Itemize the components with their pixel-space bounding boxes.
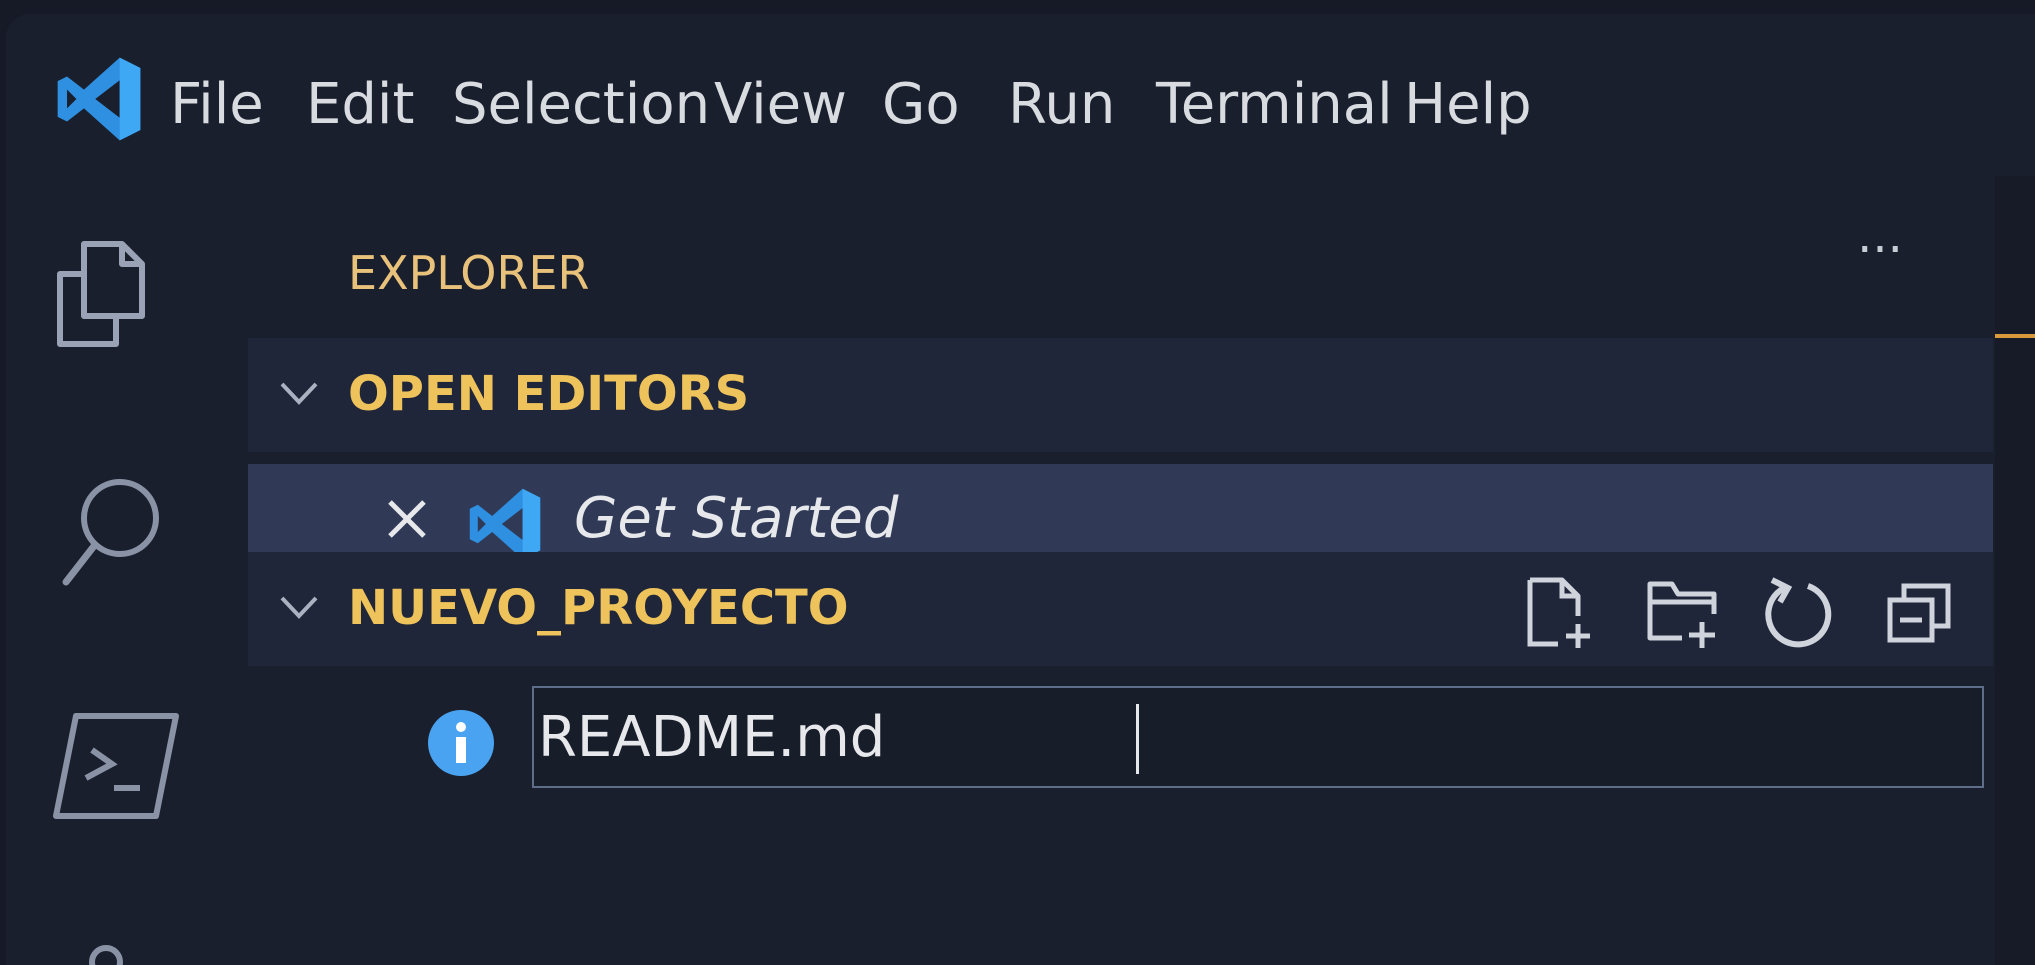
new-folder-icon[interactable] bbox=[1642, 572, 1722, 652]
account-icon[interactable] bbox=[66, 934, 146, 965]
terminal-icon[interactable] bbox=[52, 710, 182, 822]
menu-file[interactable]: File bbox=[170, 70, 264, 140]
open-editors-header[interactable]: OPEN EDITORS bbox=[248, 338, 1993, 452]
activity-bar bbox=[6, 176, 248, 965]
editor-area-edge bbox=[1995, 176, 2035, 965]
vscode-logo-icon[interactable] bbox=[52, 52, 146, 146]
info-icon bbox=[428, 710, 494, 776]
chevron-down-icon bbox=[280, 596, 318, 619]
vscode-window: File Edit Selection View Go Run Terminal… bbox=[6, 14, 2035, 965]
open-editors-label: OPEN EDITORS bbox=[348, 366, 750, 422]
menu-selection[interactable]: Selection bbox=[452, 70, 710, 140]
more-actions-icon[interactable]: ··· bbox=[1840, 226, 1920, 290]
text-cursor bbox=[1136, 704, 1139, 774]
chevron-down-icon bbox=[280, 382, 318, 405]
file-row-readme[interactable] bbox=[248, 686, 1993, 796]
explorer-icon[interactable] bbox=[50, 238, 150, 348]
menu-help[interactable]: Help bbox=[1404, 70, 1532, 140]
menu-bar: File Edit Selection View Go Run Terminal… bbox=[6, 14, 2035, 176]
project-folder-label: NUEVO_PROYECTO bbox=[348, 580, 849, 636]
refresh-icon[interactable] bbox=[1758, 572, 1838, 652]
menu-go[interactable]: Go bbox=[882, 70, 960, 140]
menu-terminal[interactable]: Terminal bbox=[1156, 70, 1393, 140]
project-folder-header[interactable]: NUEVO_PROYECTO bbox=[248, 552, 1993, 666]
active-tab-indicator bbox=[1995, 334, 2035, 338]
collapse-all-icon[interactable] bbox=[1880, 572, 1960, 652]
new-file-icon[interactable] bbox=[1518, 572, 1598, 652]
menu-run[interactable]: Run bbox=[1008, 70, 1115, 140]
explorer-sidebar: EXPLORER ··· OPEN EDITORS Get Started NU bbox=[248, 176, 1995, 965]
search-icon[interactable] bbox=[56, 472, 166, 592]
sidebar-title: EXPLORER bbox=[348, 246, 590, 300]
rename-file-input[interactable] bbox=[532, 686, 1984, 788]
close-icon[interactable] bbox=[384, 496, 430, 542]
menu-view[interactable]: View bbox=[714, 70, 847, 140]
menu-edit[interactable]: Edit bbox=[306, 70, 414, 140]
open-editor-label: Get Started bbox=[574, 486, 899, 551]
